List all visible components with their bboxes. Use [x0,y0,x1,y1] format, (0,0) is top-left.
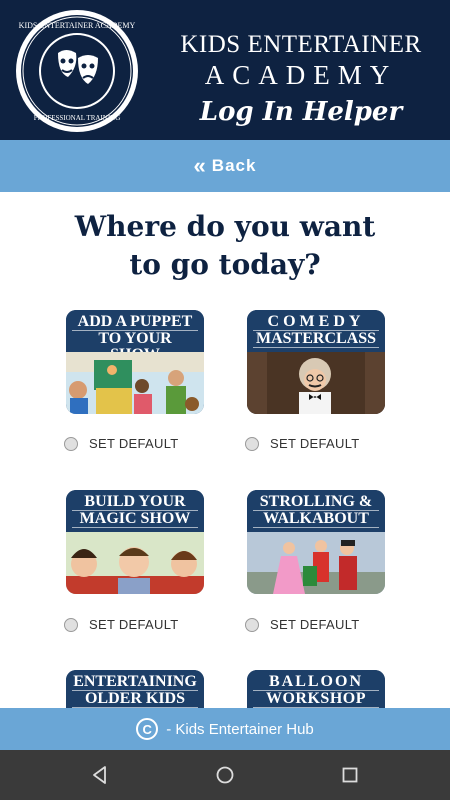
academy-logo: KIDS ENTERTAINER ACADEMY PROFESSIONAL TR… [16,10,138,132]
page-heading: Where do you want to go today? [0,208,450,284]
brand-line-3: Log In Helper [199,97,403,127]
nav-recents-icon[interactable] [339,764,361,786]
heading-line-2: to go today? [129,248,321,281]
tile-add-a-puppet[interactable]: ADD A PUPPET TO YOUR SHOW [66,310,204,414]
radio-label: SET DEFAULT [270,436,360,451]
tile-build-magic-show[interactable]: BUILD YOUR MAGIC SHOW [66,490,204,594]
tile-title: COMEDY MASTERCLASS [247,310,385,356]
set-default-radio-4[interactable]: SET DEFAULT [245,617,360,632]
set-default-radio-3[interactable]: SET DEFAULT [64,617,179,632]
radio-button[interactable] [245,436,259,451]
radio-button[interactable] [245,617,259,632]
brand-title: KIDS ENTERTAINER ACADEMY Log In Helper [160,30,442,132]
comedy-child-photo [247,352,385,414]
tile-title-line-2: WALKABOUT [253,511,379,528]
tile-title-line-2: OLDER KIDS [72,691,198,708]
radio-button[interactable] [64,617,78,632]
system-nav-bar [0,750,450,800]
tile-title-line-1: BALLOON [253,674,379,691]
puppet-show-photo [66,352,204,414]
tile-title-line-1: ENTERTAINING [72,673,198,691]
brand-line-1: KIDS ENTERTAINER [180,31,422,58]
tile-title-line-2: WORKSHOP [253,691,379,708]
tile-title-line-1: COMEDY [253,314,379,331]
copyright-icon: C [136,718,159,740]
svg-text:PROFESSIONAL TRAINING: PROFESSIONAL TRAINING [34,114,121,122]
radio-label: SET DEFAULT [270,617,360,632]
tile-comedy-masterclass[interactable]: COMEDY MASTERCLASS [247,310,385,414]
double-chevron-left-icon: « [193,153,206,178]
back-label: Back [211,156,257,175]
radio-label: SET DEFAULT [89,617,179,632]
tile-title-line-1: BUILD YOUR [72,494,198,511]
tile-title: BUILD YOUR MAGIC SHOW [66,490,204,536]
back-button[interactable]: « Back [0,140,450,192]
tile-title-line-1: ADD A PUPPET [72,314,198,331]
set-default-radio-1[interactable]: SET DEFAULT [64,436,179,451]
tile-title: ADD A PUPPET TO YOUR SHOW [66,310,204,364]
heading-line-1: Where do you want [74,210,376,243]
tile-title-line-1: STROLLING & [253,494,379,511]
nav-home-icon[interactable] [214,764,236,786]
nav-back-icon[interactable] [89,764,111,786]
magic-kids-photo [66,532,204,594]
app-header: KIDS ENTERTAINER ACADEMY PROFESSIONAL TR… [0,0,450,140]
radio-label: SET DEFAULT [89,436,179,451]
tile-title: STROLLING & WALKABOUT [247,490,385,536]
svg-text:KIDS ENTERTAINER ACADEMY: KIDS ENTERTAINER ACADEMY [19,21,136,30]
brand-line-2: ACADEMY [204,60,398,90]
tile-title-line-2: MAGIC SHOW [72,511,198,528]
tile-strolling-walkabout[interactable]: STROLLING & WALKABOUT [247,490,385,594]
costumed-kids-photo [247,532,385,594]
set-default-radio-2[interactable]: SET DEFAULT [245,436,360,451]
footer-bar: C - Kids Entertainer Hub [0,708,450,750]
footer-text: - Kids Entertainer Hub [166,720,314,738]
tile-title-line-2: MASTERCLASS [253,331,379,348]
radio-button[interactable] [64,436,78,451]
